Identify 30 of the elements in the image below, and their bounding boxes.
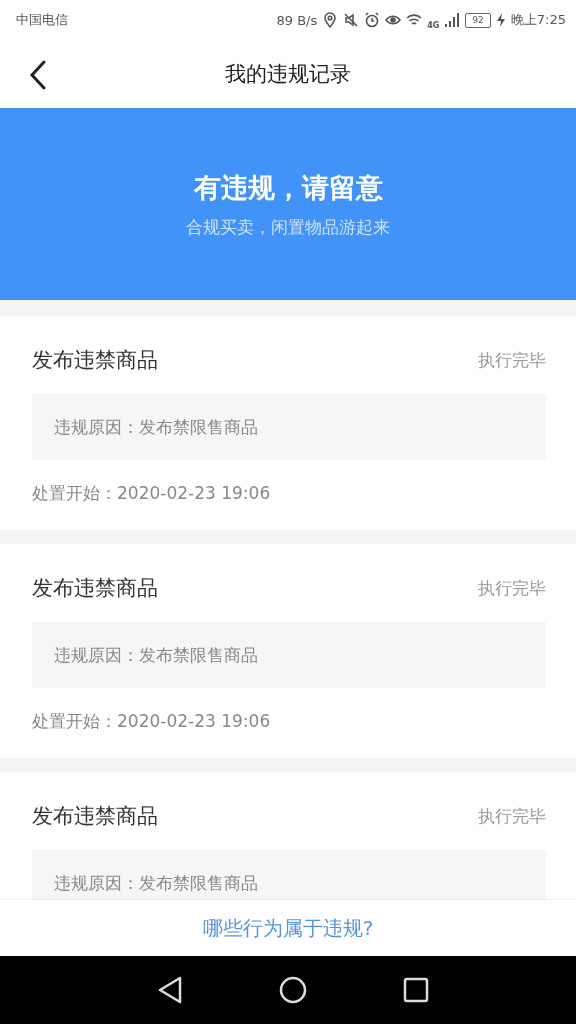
clock-time: 晚上7:25 <box>510 11 566 29</box>
violation-title: 发布违禁商品 <box>32 803 158 830</box>
violation-reason: 违规原因：发布禁限售商品 <box>32 850 546 899</box>
violation-status: 执行完毕 <box>478 348 546 372</box>
rules-link[interactable]: 哪些行为属于违规? <box>202 914 374 942</box>
banner-subtitle: 合规买卖，闲置物品游起来 <box>186 215 390 239</box>
charging-icon <box>495 12 506 28</box>
violation-reason: 违规原因：发布禁限售商品 <box>32 394 546 460</box>
location-icon <box>322 12 339 28</box>
alarm-icon <box>364 12 381 28</box>
violation-status: 执行完毕 <box>478 576 546 600</box>
back-icon[interactable] <box>157 976 183 1004</box>
violation-title: 发布违禁商品 <box>32 575 158 602</box>
network-speed: 89 B/s <box>276 12 318 28</box>
carrier-name: 中国电信 <box>16 11 68 29</box>
banner-title: 有违规，请留意 <box>193 170 383 205</box>
handling-start: 处置开始：2020-02-23 19:06 <box>32 482 272 505</box>
wifi-icon <box>406 12 423 28</box>
network-type: 4G <box>427 20 440 30</box>
home-icon[interactable] <box>279 976 307 1004</box>
page-title: 我的违规记录 <box>225 61 351 88</box>
mute-icon <box>343 12 360 28</box>
violation-title: 发布违禁商品 <box>32 347 158 374</box>
recent-apps-icon[interactable] <box>403 977 429 1003</box>
battery-level: 92 <box>465 12 491 28</box>
back-icon[interactable] <box>28 60 48 90</box>
signal-icon <box>444 12 461 28</box>
handling-start: 处置开始：2020-02-23 19:06 <box>32 710 272 733</box>
violation-status: 执行完毕 <box>478 804 546 828</box>
violation-reason: 违规原因：发布禁限售商品 <box>32 622 546 688</box>
